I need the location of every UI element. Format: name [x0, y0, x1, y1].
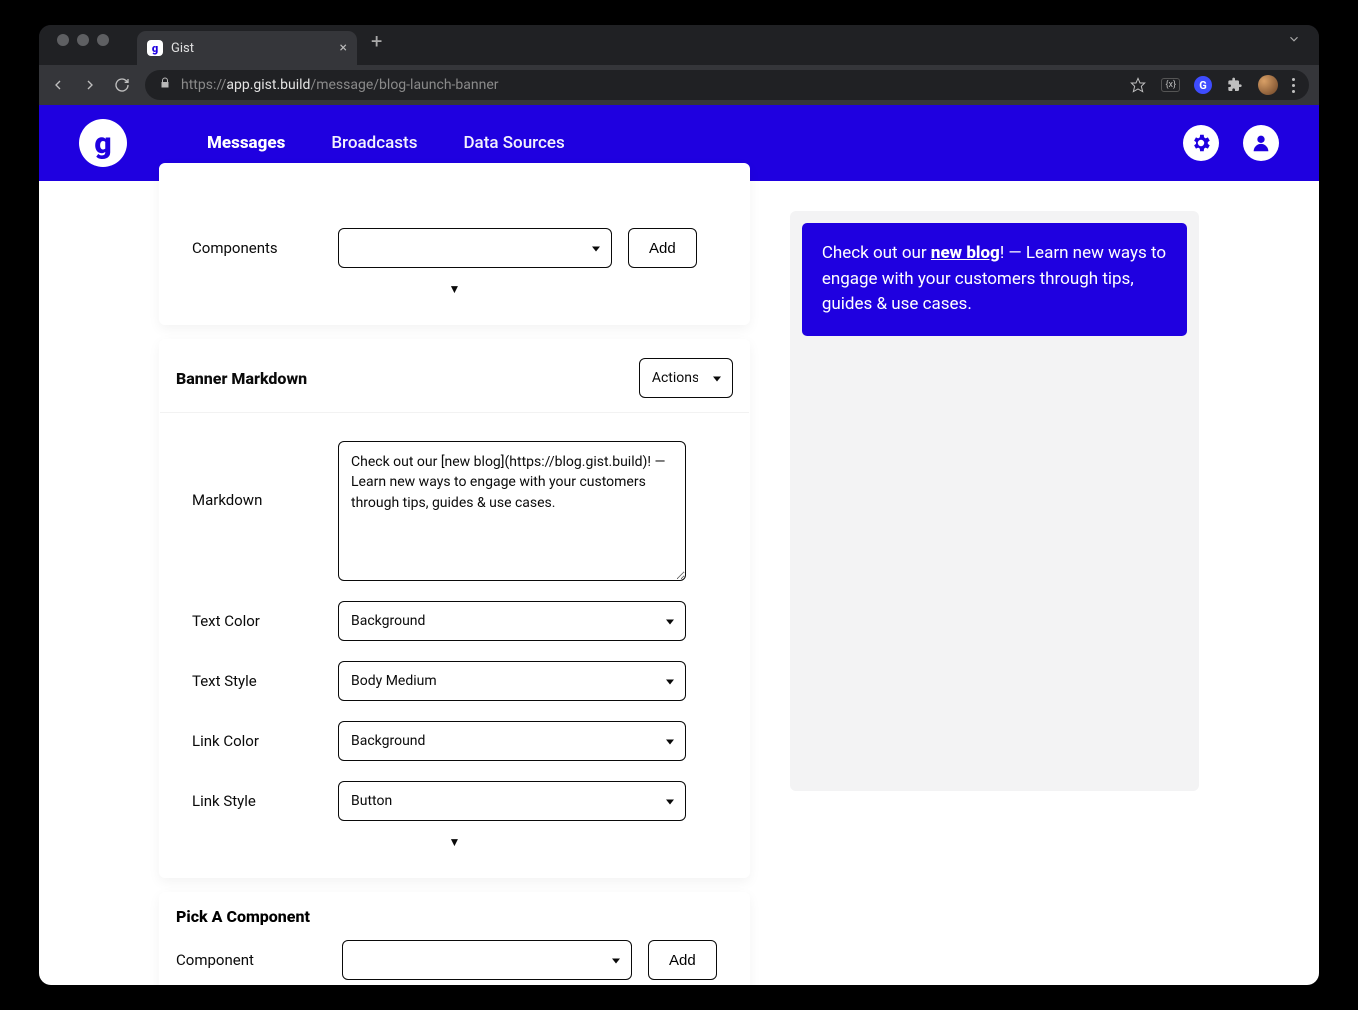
- forward-button[interactable]: [81, 76, 99, 94]
- markdown-textarea[interactable]: [338, 441, 686, 581]
- banner-preview: Check out our new blog! — Learn new ways…: [802, 223, 1187, 336]
- text-color-select[interactable]: Background: [338, 601, 686, 641]
- extensions-icon[interactable]: [1226, 76, 1244, 94]
- text-color-label: Text Color: [192, 612, 322, 630]
- browser-tab[interactable]: g Gist ×: [137, 31, 357, 65]
- extension-badge-icon[interactable]: {x}: [1161, 78, 1180, 92]
- preview-column: Check out our new blog! — Learn new ways…: [790, 181, 1199, 791]
- nav-broadcasts[interactable]: Broadcasts: [331, 133, 417, 153]
- link-color-label: Link Color: [192, 732, 322, 750]
- reload-button[interactable]: [113, 76, 131, 94]
- text-style-label: Text Style: [192, 672, 322, 690]
- browser-titlebar: g Gist × +: [39, 25, 1319, 65]
- pick-component-title: Pick A Component: [160, 893, 749, 936]
- maximize-window-icon[interactable]: [97, 34, 109, 46]
- link-style-label: Link Style: [192, 792, 322, 810]
- tabstrip-overflow-icon[interactable]: [1287, 31, 1319, 60]
- card-top-partial: Components Add ▼: [159, 163, 750, 325]
- account-icon[interactable]: [1243, 125, 1279, 161]
- close-window-icon[interactable]: [57, 34, 69, 46]
- browser-toolbar: https://app.gist.build/message/blog-laun…: [39, 65, 1319, 105]
- browser-menu-icon[interactable]: [1292, 78, 1295, 93]
- bookmark-star-icon[interactable]: [1129, 76, 1147, 94]
- component-label: Component: [176, 951, 326, 969]
- nav-messages[interactable]: Messages: [207, 133, 285, 153]
- tab-favicon: g: [147, 40, 163, 56]
- link-style-select[interactable]: Button: [338, 781, 686, 821]
- collapse-caret-icon[interactable]: ▼: [176, 278, 733, 306]
- markdown-label: Markdown: [192, 441, 322, 509]
- component-select[interactable]: [342, 940, 632, 980]
- banner-markdown-title: Banner Markdown: [176, 369, 307, 388]
- browser-window: g Gist × + https://app.gist.bu: [39, 25, 1319, 985]
- card-banner-markdown: Banner Markdown Actions Markdown: [159, 339, 750, 878]
- preview-panel: Check out our new blog! — Learn new ways…: [790, 211, 1199, 791]
- window-controls: [39, 34, 123, 56]
- link-color-select[interactable]: Background: [338, 721, 686, 761]
- components-select[interactable]: [338, 228, 612, 268]
- main-nav: Messages Broadcasts Data Sources: [207, 133, 565, 153]
- url-text: https://app.gist.build/message/blog-laun…: [181, 77, 499, 93]
- new-tab-button[interactable]: +: [357, 29, 382, 61]
- components-label: Components: [192, 239, 322, 257]
- card-pick-component: Pick A Component Component Add: [159, 892, 750, 985]
- extension-gist-icon[interactable]: G: [1194, 76, 1212, 94]
- components-add-button[interactable]: Add: [628, 228, 697, 268]
- back-button[interactable]: [49, 76, 67, 94]
- tab-title: Gist: [171, 41, 194, 56]
- banner-actions-select[interactable]: Actions: [639, 358, 733, 398]
- app-logo[interactable]: g: [79, 119, 127, 167]
- app-content: Components Add ▼: [39, 181, 1319, 985]
- component-add-button[interactable]: Add: [648, 940, 717, 980]
- editor-column: Components Add ▼: [159, 181, 750, 985]
- settings-icon[interactable]: [1183, 125, 1219, 161]
- banner-text-pre: Check out our: [822, 243, 931, 263]
- collapse-caret-icon[interactable]: ▼: [176, 831, 733, 859]
- banner-link[interactable]: new blog: [931, 243, 1000, 263]
- address-bar[interactable]: https://app.gist.build/message/blog-laun…: [145, 70, 1309, 100]
- lock-icon: [159, 77, 171, 93]
- text-style-select[interactable]: Body Medium: [338, 661, 686, 701]
- minimize-window-icon[interactable]: [77, 34, 89, 46]
- nav-data-sources[interactable]: Data Sources: [463, 133, 564, 153]
- profile-avatar[interactable]: [1258, 75, 1278, 95]
- close-tab-icon[interactable]: ×: [340, 40, 347, 56]
